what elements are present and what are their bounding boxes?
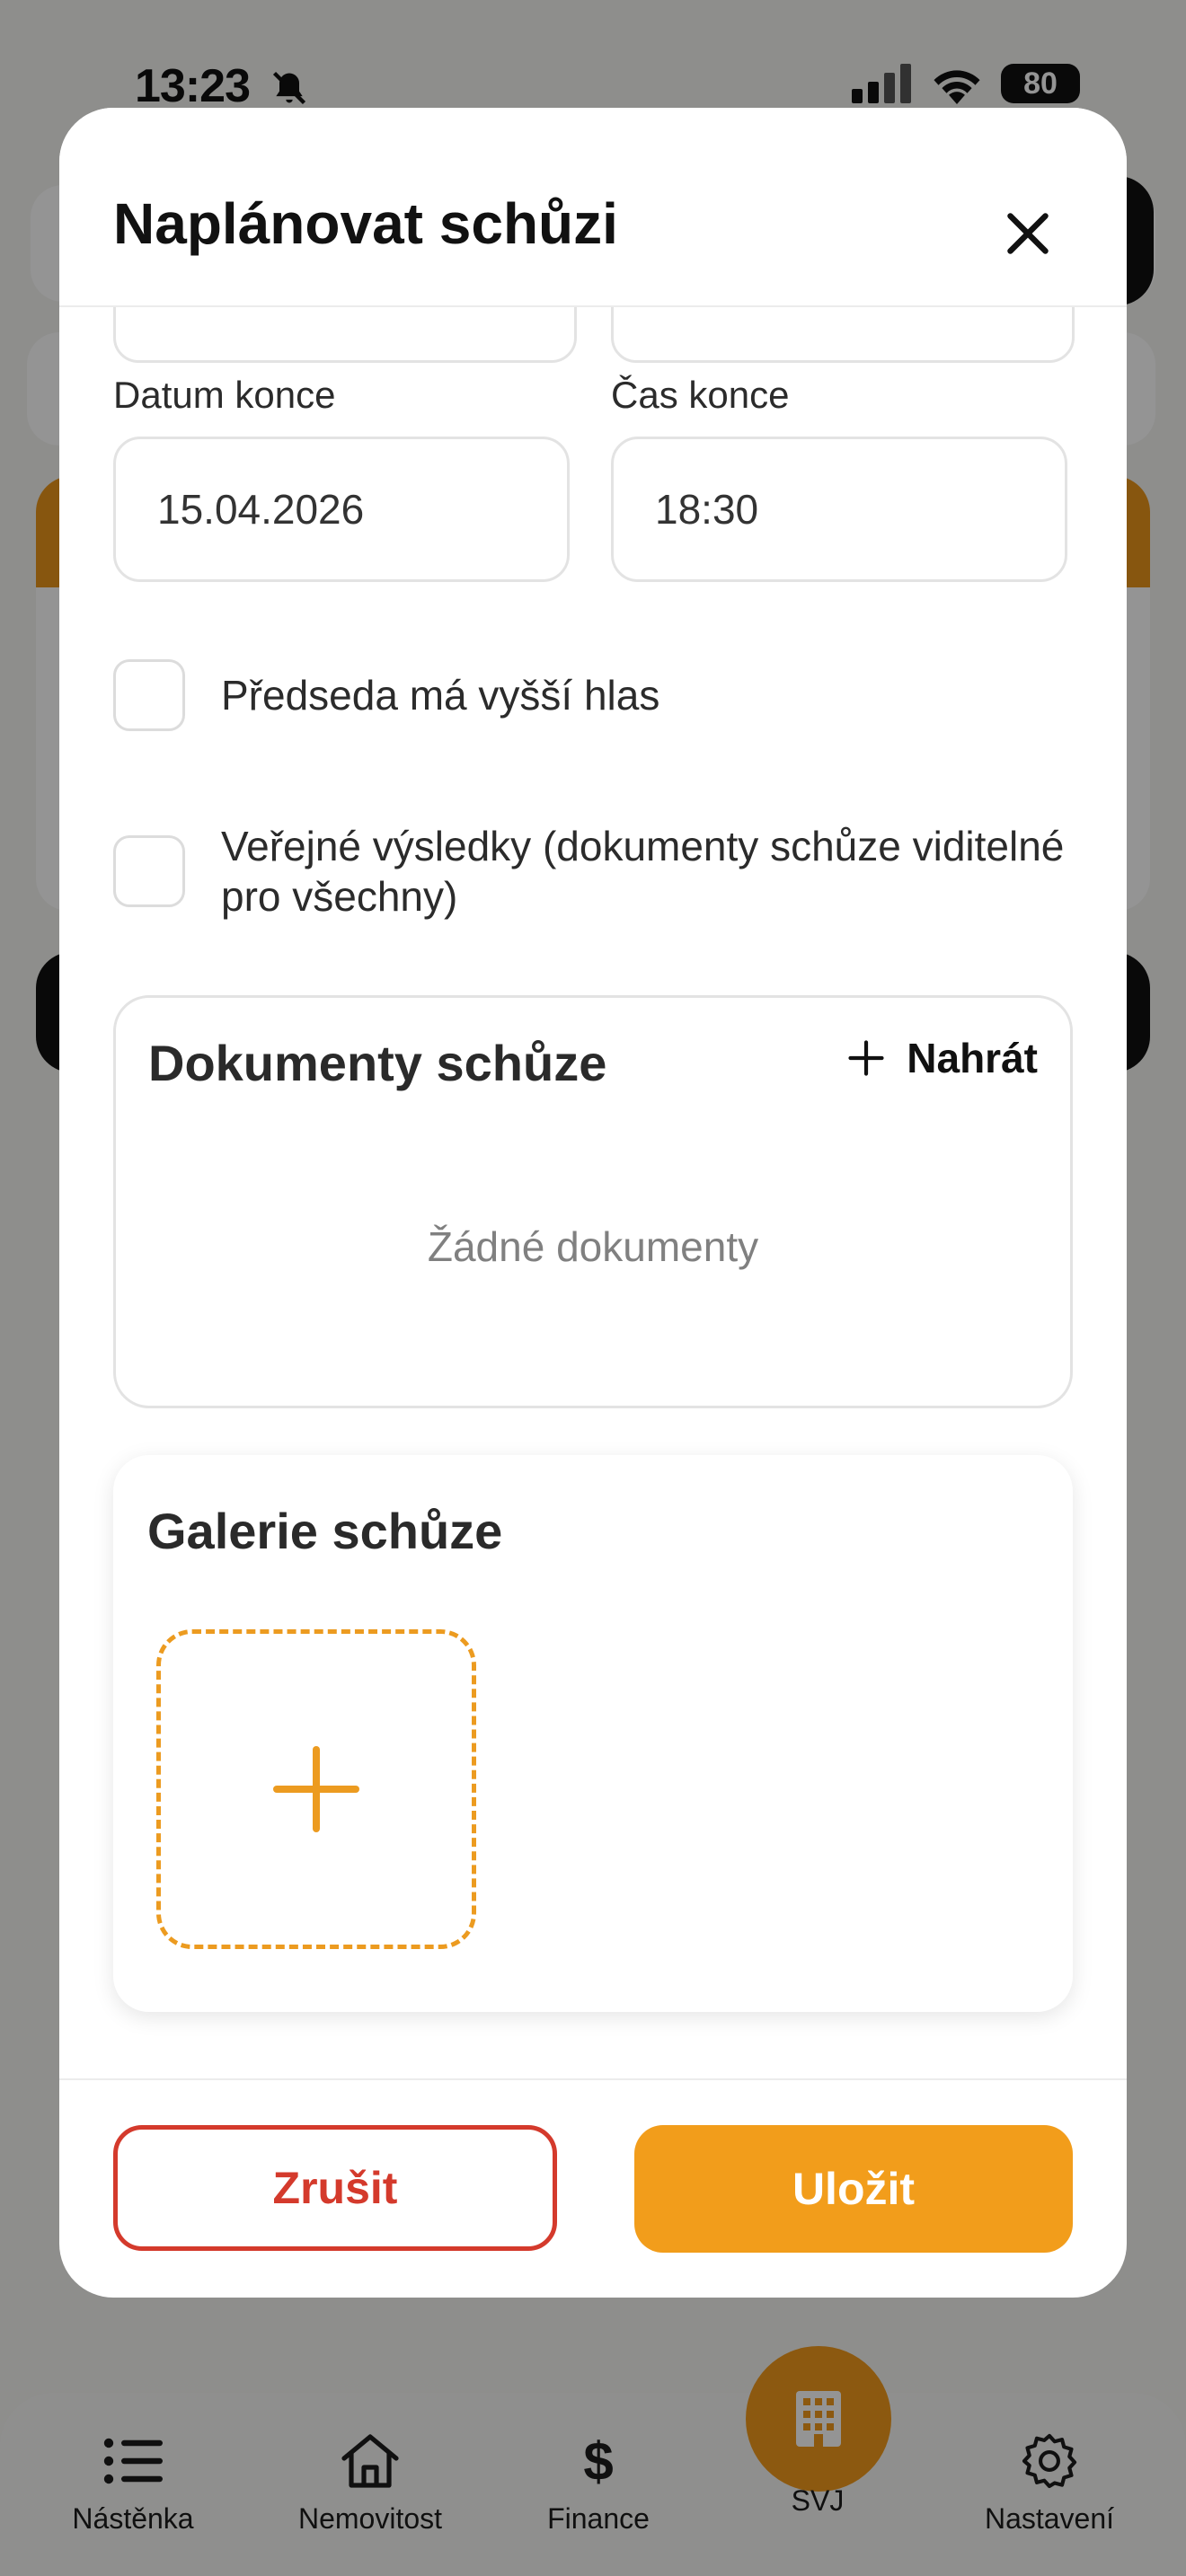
footer-divider [59,2078,1127,2080]
upload-button[interactable]: Nahrát [847,1034,1038,1082]
close-button[interactable] [985,190,1071,277]
end-time-label: Čas konce [611,374,790,416]
cancel-button[interactable]: Zrušit [113,2125,557,2251]
end-time-field[interactable]: 18:30 [611,437,1067,582]
public-results-label-line1: Veřejné výsledky (dokumenty schůze vidit… [221,823,1065,869]
plus-icon [273,1746,359,1832]
plus-icon [848,1040,884,1076]
chair-higher-vote-checkbox[interactable] [113,659,185,731]
documents-empty-text: Žádné dokumenty [427,1223,759,1270]
schedule-meeting-modal: Naplánovat schůzi Datum konce Čas konce … [59,108,1127,2298]
public-results-checkbox[interactable] [113,835,185,907]
gallery-title: Galerie schůze [147,1503,503,1559]
add-photo-button[interactable] [156,1629,476,1949]
end-date-field[interactable]: 15.04.2026 [113,437,570,582]
chair-higher-vote-label: Předseda má vyšší hlas [221,672,660,719]
save-button[interactable]: Uložit [634,2125,1073,2253]
close-icon [1007,213,1049,254]
documents-title: Dokumenty schůze [148,1035,607,1091]
end-date-label: Datum konce [113,374,336,416]
upload-label: Nahrát [907,1035,1038,1081]
public-results-label-line2: pro všechny) [221,873,458,920]
modal-header: Naplánovat schůzi [59,108,1127,307]
gallery-card: Galerie schůze [113,1455,1073,2012]
documents-card: Dokumenty schůze Nahrát Žádné dokumenty [113,995,1073,1408]
modal-title: Naplánovat schůzi [113,191,618,256]
